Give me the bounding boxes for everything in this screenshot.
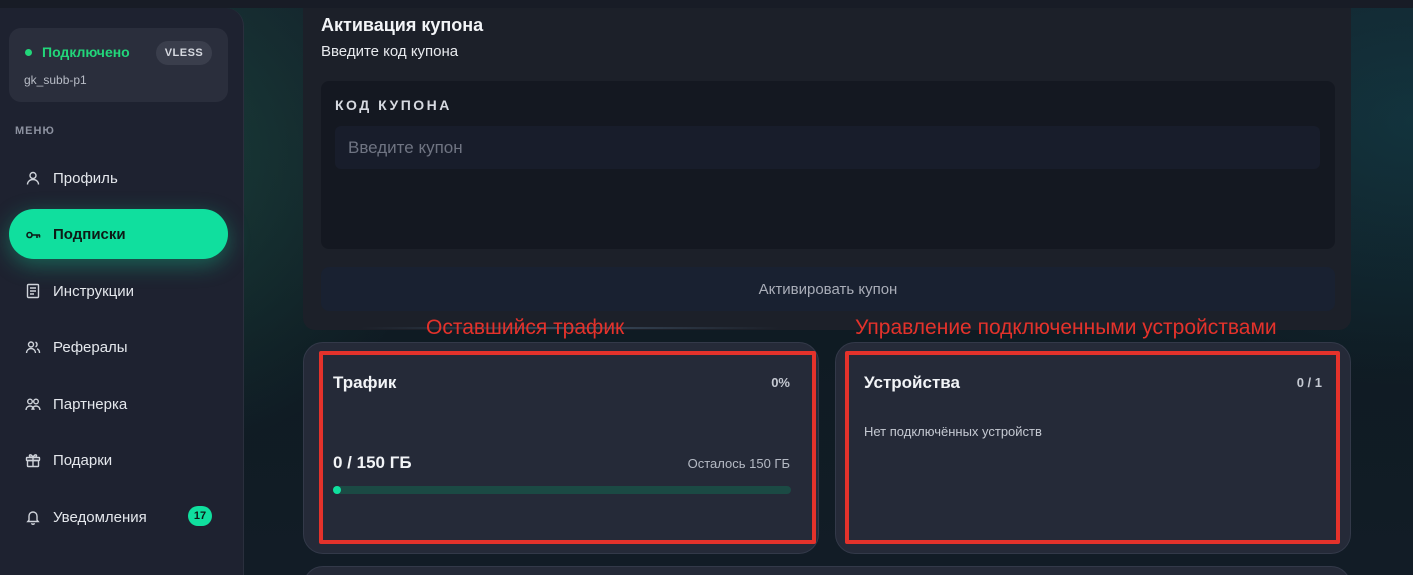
protocol-badge: VLESS (156, 41, 212, 65)
annotation-traffic-box (319, 351, 816, 544)
partners-icon (25, 396, 41, 412)
coupon-field-label: КОД КУПОНА (335, 97, 452, 113)
sidebar-item-profile[interactable]: Профиль (9, 153, 228, 203)
coupon-field-box: КОД КУПОНА (321, 81, 1335, 249)
coupon-subtitle: Введите код купона (321, 43, 459, 60)
coupon-input[interactable] (335, 126, 1320, 169)
sidebar-item-referrals[interactable]: Рефералы (9, 322, 228, 372)
sidebar-item-instructions[interactable]: Инструкции (9, 266, 228, 316)
connection-status-text: Подключено (42, 44, 130, 60)
sidebar-item-label: Партнерка (53, 395, 128, 413)
sidebar-item-label: Подарки (53, 451, 113, 469)
annotation-devices-box (845, 351, 1340, 544)
sidebar-item-label: Рефералы (53, 338, 128, 356)
notifications-count-badge: 17 (188, 506, 212, 526)
status-dot-icon (25, 49, 32, 56)
sidebar-item-subscriptions[interactable]: Подписки (9, 209, 228, 259)
gift-icon (25, 452, 41, 468)
sidebar-item-label: Инструкции (53, 282, 135, 300)
sidebar-item-gifts[interactable]: Подарки (9, 435, 228, 485)
coupon-activation-panel: Активация купона Введите код купона КОД … (303, 8, 1351, 330)
sidebar-item-label: Подписки (53, 225, 126, 243)
bell-icon (25, 509, 41, 525)
annotation-devices-label: Управление подключенными устройствами (855, 316, 1277, 339)
menu-caption: МЕНЮ (15, 125, 55, 137)
activate-coupon-button[interactable]: Активировать купон (321, 267, 1335, 311)
annotation-traffic-label: Оставшийся трафик (426, 316, 625, 339)
user-icon (25, 170, 41, 186)
connection-status-card: Подключено VLESS gk_subb-p1 (9, 28, 228, 102)
document-icon (25, 283, 41, 299)
sidebar-item-partners[interactable]: Партнерка (9, 379, 228, 429)
next-card (303, 566, 1351, 575)
sidebar: Подключено VLESS gk_subb-p1 МЕНЮ Профиль… (0, 8, 244, 575)
top-bar (0, 0, 1413, 8)
sidebar-item-label: Профиль (53, 169, 118, 187)
sidebar-item-notifications[interactable]: Уведомления 17 (9, 492, 228, 542)
subscription-name: gk_subb-p1 (24, 73, 87, 87)
sidebar-item-label: Уведомления (53, 508, 147, 526)
users-icon (25, 339, 41, 355)
key-icon (25, 226, 41, 242)
coupon-title: Активация купона (321, 15, 484, 35)
